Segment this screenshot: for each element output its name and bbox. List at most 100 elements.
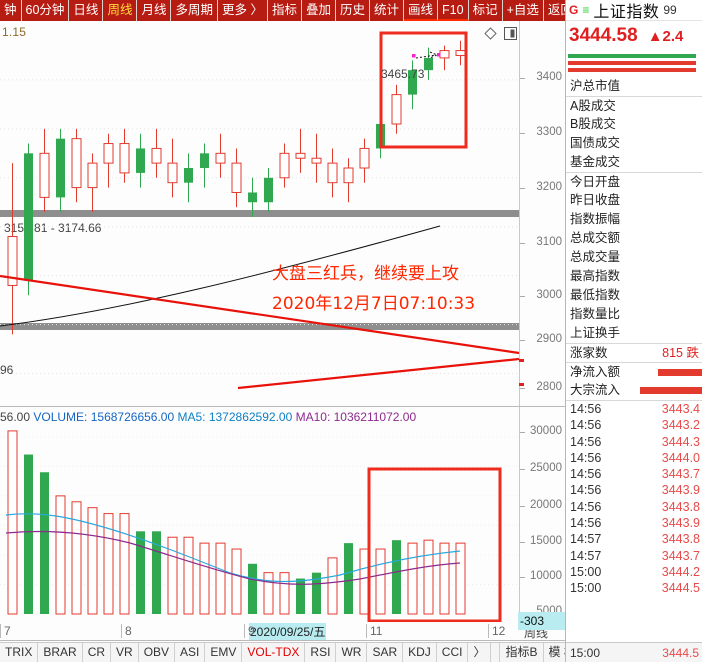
toolbar-item-4[interactable]: 月线	[137, 0, 172, 21]
tick-row[interactable]: 14:56 3443.4	[566, 401, 702, 417]
menu-icon[interactable]: ≡	[582, 3, 589, 17]
toolbar-item-10[interactable]: 统计	[370, 0, 405, 21]
toolbar-item-0[interactable]: 钟	[0, 0, 22, 21]
price-row: 3444.58 ▲2.4	[566, 21, 702, 51]
tick-row[interactable]: 14:56 3444.0	[566, 450, 702, 466]
volume-bar-26	[423, 539, 434, 615]
candle-12	[200, 143, 209, 188]
tick-row[interactable]: 14:56 3443.8	[566, 499, 702, 515]
tick-price: 3443.4	[661, 402, 700, 416]
x-axis-label-12: 12	[487, 624, 506, 638]
stat-label: B股成交	[570, 117, 616, 131]
stat-row-4: 基金成交	[566, 153, 702, 172]
tick-row[interactable]: 14:57 3443.8	[566, 531, 702, 547]
indicator-extra-0[interactable]: 指标B	[500, 643, 544, 662]
tick-row[interactable]: 15:00 3444.2	[566, 564, 702, 580]
tick-price: 3443.7	[661, 548, 700, 563]
price-tick-mark-3100	[520, 243, 525, 244]
stat-row-12: 指数量比	[566, 305, 702, 324]
indicator-tab-brar[interactable]: BRAR	[38, 643, 83, 662]
price-tick-mark-3400	[520, 78, 525, 79]
tick-price: 3444.0	[661, 450, 700, 465]
volume-chart-pane[interactable]: 56.00 VOLUME: 1568726656.00 MA5: 1372862…	[0, 407, 565, 623]
indicator-tab-obv[interactable]: OBV	[139, 643, 176, 662]
tick-row[interactable]: 14:57 3443.7	[566, 548, 702, 564]
stat-row-9: 总成交量	[566, 248, 702, 267]
tick-row[interactable]: 15:00 3444.5	[566, 580, 702, 596]
stat-row-3: 国债成交	[566, 134, 702, 153]
indicator-tab-cr[interactable]: CR	[83, 643, 112, 662]
candle-27	[439, 45, 450, 71]
stat-row-10: 最高指数	[566, 267, 702, 286]
toolbar-item-8[interactable]: 叠加	[302, 0, 336, 21]
indicator-tab-wr[interactable]: WR	[336, 643, 368, 662]
indicator-tab-asi[interactable]: ASI	[175, 643, 206, 662]
right-info-panel: G ≡ 上证指数 99 3444.58 ▲2.4 沪总市值 A股成交 B股成交 国债成…	[565, 0, 702, 662]
candle-18	[295, 128, 306, 173]
indicator-tab-rsi[interactable]: RSI	[305, 643, 337, 662]
price-tick-3400: 3400	[536, 71, 562, 83]
toolbar-item-12[interactable]: F10	[438, 0, 469, 21]
candle-21	[343, 158, 354, 203]
indicator-tab-vr[interactable]: VR	[111, 643, 139, 662]
stock-header: G ≡ 上证指数 99	[566, 0, 702, 21]
tick-list[interactable]: 14:56 3443.4 14:56 3443.2 14:56 3444.3 14:56 34…	[566, 400, 702, 597]
volume-bar-7	[119, 513, 130, 615]
x-axis-label-11: 11	[365, 624, 383, 638]
toolbar-item-7[interactable]: 指标	[268, 0, 302, 21]
indicator-tab-trix[interactable]: TRIX	[0, 643, 39, 662]
stat-value: 815 跌	[662, 345, 699, 360]
stat-row-14: 涨家数 815 跌	[566, 343, 702, 362]
stat-row-5: 今日开盘	[566, 172, 702, 191]
toolbar-item-3[interactable]: 周线	[103, 0, 138, 21]
indicator-tab-emv[interactable]: EMV	[205, 643, 243, 662]
anchor-dot-0	[412, 54, 416, 58]
price-chart-pane[interactable]: 1.15 3152.81 - 3174.66 96 3465.73 大盘三红兵，…	[0, 21, 565, 407]
toolbar-item-5[interactable]: 多周期	[171, 0, 218, 21]
tick-row[interactable]: 14:56 3443.7	[566, 466, 702, 482]
candle-1	[24, 143, 33, 296]
toolbar-item-13[interactable]: 标记	[469, 0, 503, 21]
volume-bar-10	[167, 536, 178, 615]
tick-row[interactable]: 14:56 3443.9	[566, 482, 702, 498]
tick-price: 3443.2	[661, 418, 700, 433]
tick-time: 14:56	[570, 434, 602, 449]
indicator-tab--[interactable]: 〉	[468, 643, 492, 662]
volume-bar-28	[455, 542, 466, 615]
tick-time: 14:56	[570, 483, 602, 498]
indicator-tab-vol-tdx[interactable]: VOL-TDX	[242, 643, 306, 662]
toolbar-item-9[interactable]: 历史	[336, 0, 371, 21]
toolbar-item-1[interactable]: 60分钟	[22, 0, 70, 21]
toolbar-item-6[interactable]: 更多 〉	[218, 0, 268, 21]
toolbar-item-15[interactable]: 返回	[544, 0, 565, 21]
stock-code: 99	[663, 3, 677, 17]
tick-time: 14:57	[570, 548, 602, 563]
volume-bar-11	[183, 536, 194, 615]
volume-tick-mark-30000	[520, 432, 525, 433]
indicator-tab-sar[interactable]: SAR	[367, 643, 404, 662]
candle-28	[455, 40, 466, 66]
x-axis-label-8: 8	[121, 624, 132, 638]
indicator-extra-1[interactable]: 模 板	[544, 643, 566, 662]
toolbar-item-11[interactable]: 画线	[404, 0, 439, 21]
tick-row[interactable]: 14:56 3443.9	[566, 515, 702, 531]
stat-row-2: B股成交	[566, 115, 702, 134]
stat-row-11: 最低指数	[566, 286, 702, 305]
candle-6	[103, 133, 114, 188]
tick-price: 3443.8	[661, 532, 700, 547]
price-tick-3100: 3100	[536, 236, 562, 248]
volume-bar-25	[407, 542, 418, 615]
toolbar-item-2[interactable]: 日线	[69, 0, 104, 21]
g-flag-icon[interactable]: G	[569, 3, 578, 17]
indicator-tab-kdj[interactable]: KDJ	[403, 643, 437, 662]
volume-tick-mark-15000	[520, 542, 525, 543]
indicator-tab-cci[interactable]: CCI	[437, 643, 469, 662]
toolbar-item-14[interactable]: +自选	[503, 0, 544, 21]
tick-row[interactable]: 14:56 3443.2	[566, 417, 702, 433]
price-tick-mark-3300	[520, 133, 525, 134]
tick-row[interactable]: 14:56 3444.3	[566, 434, 702, 450]
candle-19	[311, 133, 322, 183]
volume-bar-21	[344, 543, 353, 614]
volume-bar-8	[136, 531, 145, 614]
candle-11	[184, 153, 193, 203]
